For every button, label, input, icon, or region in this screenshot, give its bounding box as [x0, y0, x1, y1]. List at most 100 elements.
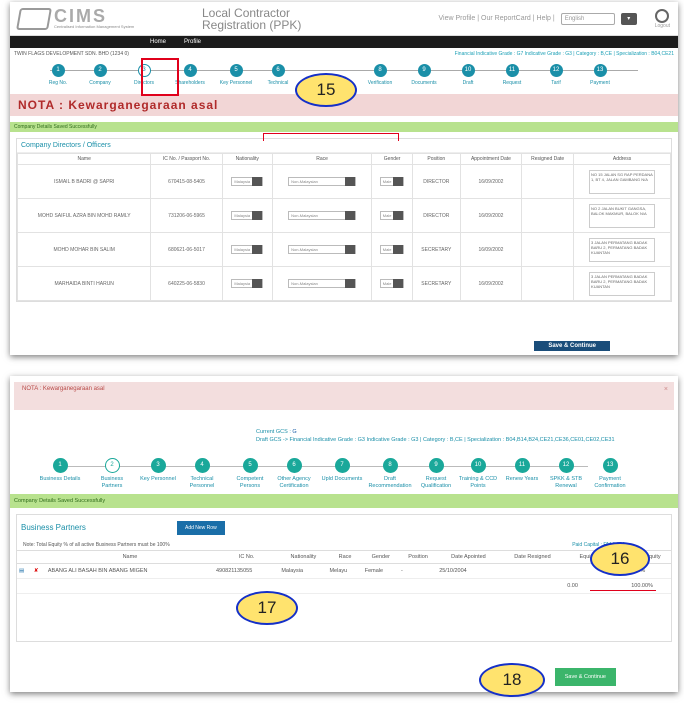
race-select[interactable]: Non-Malaysian — [288, 211, 357, 220]
race-select[interactable]: Non-Malaysian — [288, 177, 357, 186]
step-number: 11 — [505, 64, 519, 77]
step-5[interactable]: 5 Key Personnel — [216, 64, 256, 86]
directors-section: Company Directors / Officers Name IC No. … — [16, 138, 672, 302]
step2-9[interactable]: 9 Request Qualification — [414, 458, 458, 490]
step-8[interactable]: 9 Documents — [404, 64, 444, 86]
partners-section: Business Partners Add New Row Note: Tota… — [16, 514, 672, 642]
step-label: Tarif — [551, 80, 561, 86]
company-bar: TWIN FLAGS DEVELOPMENT SDN. BHD (1234 0)… — [10, 48, 678, 60]
step-10[interactable]: 11 Request — [492, 64, 532, 86]
partner-date-resigned[interactable] — [499, 563, 566, 579]
step-label: Key Personnel — [219, 80, 253, 86]
step-label: Request Qualification — [420, 476, 452, 489]
step-number: 6 — [286, 458, 302, 473]
menu-profile[interactable]: Profile — [184, 39, 201, 45]
callout-17: 17 — [236, 591, 298, 625]
wizard-steps-2: Current GCS : G Draft GCS -> Financial I… — [10, 414, 678, 494]
step-number: 4 — [183, 64, 197, 77]
director-appointment: 16/09/2002 — [459, 164, 523, 199]
nationality-select[interactable]: Malaysia — [231, 211, 264, 220]
table-row: ISMAIL B BADRI @ SAPRI 670415-08-5405 Mala… — [16, 164, 671, 199]
save-continue-button-2[interactable]: Save & Continue — [554, 668, 616, 686]
step-2[interactable]: 2 Company — [80, 64, 120, 86]
step-12[interactable]: 13 Payment — [580, 64, 620, 86]
delete-icon[interactable]: ✘ — [31, 563, 46, 579]
partner-name: ABANG ALI BASAH BIN ABANG MIGEN — [45, 563, 214, 579]
step-number: 5 — [229, 64, 243, 77]
race-value: Non-Malaysian — [291, 179, 318, 184]
step-label: Competent Persons — [236, 476, 264, 489]
step-label: Verification — [367, 80, 393, 86]
step-number: 9 — [417, 64, 431, 77]
add-new-row-button[interactable]: Add New Row — [177, 521, 225, 535]
gender-select[interactable]: Male — [379, 279, 405, 288]
nationality-select[interactable]: Malaysia — [231, 177, 264, 186]
step-number: 3 — [150, 458, 166, 473]
partner-gender: Female — [362, 563, 399, 579]
step2-13[interactable]: 13 Payment Confirmation — [588, 458, 632, 490]
step2-4[interactable]: 4 Technical Personnel — [180, 458, 224, 490]
director-name: MOHD MOHAR BIN SALIM — [16, 232, 152, 267]
step2-11[interactable]: 11 Renew Years — [500, 458, 544, 483]
col-header: IC No. — [213, 550, 280, 564]
race-select[interactable]: Non-Malaysian — [288, 245, 357, 254]
nationality-select[interactable]: Malaysia — [231, 279, 264, 288]
step2-12[interactable]: 12 SPKK & STB Renewal — [544, 458, 588, 490]
chevron-down-icon — [345, 245, 356, 254]
step-label: SPKK & STB Renewal — [549, 476, 583, 489]
step-label: Request — [502, 80, 522, 86]
director-ic: 640225-06-5830 — [150, 266, 223, 301]
col-header: Name — [45, 550, 214, 564]
address-field[interactable]: NO 2 JALAN BUKIT GANGSA, BALOK MAKMUR, B… — [589, 203, 656, 228]
step2-3[interactable]: 3 Key Personnel — [136, 458, 180, 483]
gender-select[interactable]: Male — [379, 211, 405, 220]
partner-nationality: Malaysia — [279, 563, 328, 579]
step2-7[interactable]: 7 Upld Documents — [320, 458, 364, 483]
gcs-info: Current GCS : G Draft GCS -> Financial I… — [256, 428, 615, 444]
director-ic: 731206-06-5965 — [150, 198, 223, 233]
address-field[interactable]: 3 JALAN PERMATANG BADAK BARU 2, PERMATAN… — [589, 271, 656, 296]
step2-6[interactable]: 6 Other Agency Certification — [272, 458, 316, 490]
address-field[interactable]: 3 JALAN PERMATANG BADAK BARU 2, PERMATAN… — [589, 237, 656, 262]
step2-10[interactable]: 10 Training & CCD Points — [456, 458, 500, 490]
language-select[interactable]: English — [560, 12, 615, 25]
race-select[interactable]: Non-Malaysian — [288, 279, 357, 288]
chevron-down-icon[interactable]: ▾ — [620, 12, 637, 25]
nationality-value: Malaysia — [234, 247, 251, 252]
gender-value: Male — [382, 247, 392, 252]
gender-select[interactable]: Male — [379, 245, 405, 254]
document-icon[interactable]: ▤ — [17, 563, 32, 579]
logout-button[interactable]: Logout — [655, 8, 670, 29]
callout-15: 15 — [295, 73, 357, 107]
nationality-select[interactable]: Malaysia — [231, 245, 264, 254]
total-equity-pct: 100.00% — [629, 578, 671, 594]
step-label: Business Partners — [100, 476, 124, 489]
save-continue-button[interactable]: Save & Continue — [534, 341, 610, 351]
chevron-down-icon — [393, 245, 404, 254]
gender-select[interactable]: Male — [379, 177, 405, 186]
step-11[interactable]: 12 Tarif — [536, 64, 576, 86]
step-label: Draft Recommendation — [368, 476, 412, 489]
director-appointment: 16/09/2002 — [459, 198, 523, 233]
header-links[interactable]: View Profile | Our ReportCard | Help | — [438, 15, 554, 22]
table-row: ▤ ✘ ABANG ALI BASAH BIN ABANG MIGEN 4908… — [17, 563, 671, 579]
close-icon[interactable]: × — [664, 386, 668, 393]
step-9[interactable]: 10 Draft — [448, 64, 488, 86]
step-number: 13 — [593, 64, 607, 77]
address-field[interactable]: NO 15 JALAN SG RAP PERDANA 1, BT 4, JALA… — [589, 169, 656, 194]
cims-logo[interactable]: CIMS Centralised Information Management … — [16, 4, 138, 34]
step-6[interactable]: 6 Technical — [258, 64, 298, 86]
step-number: 1 — [51, 64, 65, 77]
app-title-line1: Local Contractor — [202, 5, 291, 20]
step2-5[interactable]: 5 Competent Persons — [228, 458, 272, 490]
grade-info: Financial Indicative Grade : G7 Indicati… — [454, 51, 674, 57]
step-1[interactable]: 1 Reg No. — [38, 64, 78, 86]
step2-8[interactable]: 8 Draft Recommendation — [368, 458, 412, 490]
step-number: 2 — [104, 458, 120, 473]
step-7[interactable]: 8 Verification — [360, 64, 400, 86]
step2-2[interactable]: 2 Business Partners — [90, 458, 134, 490]
step2-1[interactable]: 1 Business Details — [38, 458, 82, 483]
menu-home[interactable]: Home — [150, 39, 166, 45]
director-ic: 670415-08-5405 — [150, 164, 223, 199]
nota-alert: NOTA : Kewarganegaraan asal × — [14, 382, 674, 410]
